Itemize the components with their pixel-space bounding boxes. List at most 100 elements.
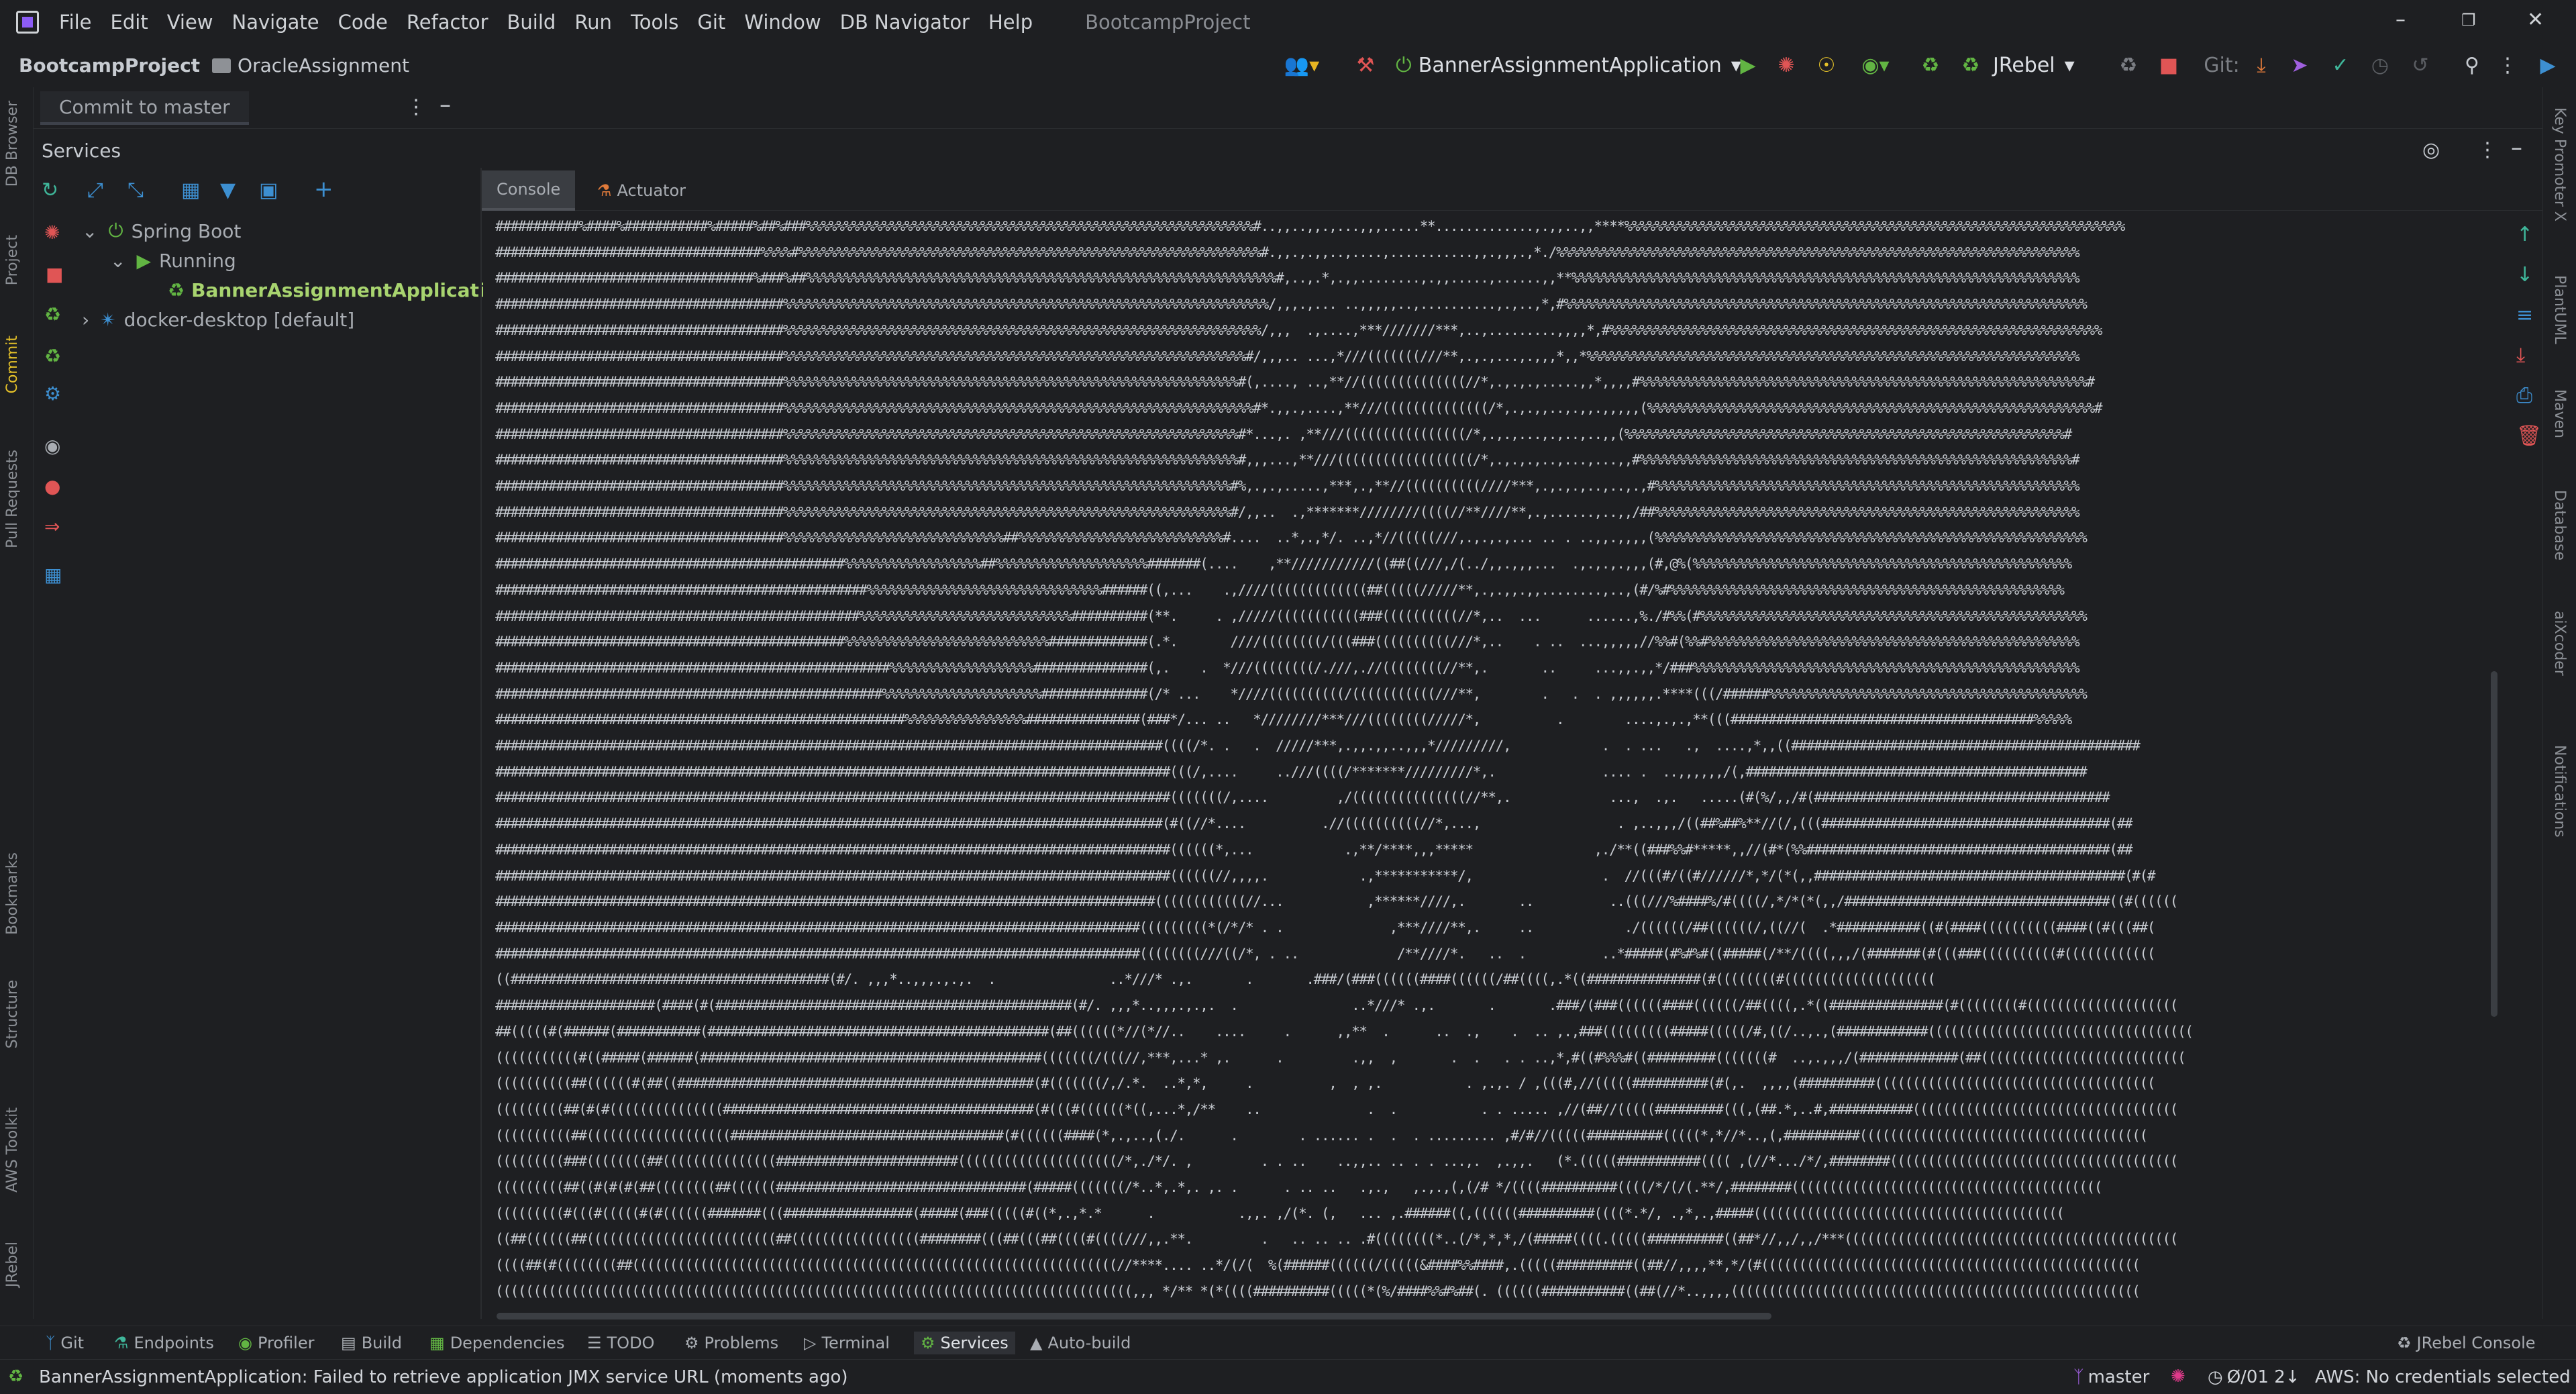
scroll-to-end-icon[interactable]: ⤓ — [2516, 344, 2525, 367]
minimize-icon[interactable]: – — [2395, 8, 2406, 32]
git-push-icon[interactable]: ➤ — [2285, 51, 2314, 79]
tree-node-banner-assignment-application[interactable]: ♻ BannerAssignmentApplication — [168, 277, 512, 303]
tool-tab-aws-toolkit[interactable]: AWS Toolkit — [4, 1107, 21, 1193]
hide-panel-icon[interactable]: – — [2511, 134, 2522, 161]
history-icon[interactable]: ◷ — [2365, 51, 2395, 79]
tool-tab-commit[interactable]: Commit — [4, 336, 21, 393]
close-icon[interactable]: ✕ — [2527, 8, 2544, 32]
console-output[interactable]: ###########%####%###########%#####%##%##… — [483, 211, 2375, 1320]
settings-target-icon[interactable]: ◎ — [2422, 138, 2440, 162]
commit-to-master-tab[interactable]: Commit to master — [40, 91, 249, 125]
filter-icon[interactable]: ▼ — [220, 179, 236, 202]
restore-icon[interactable]: ❐ — [2461, 11, 2476, 30]
tool-dependencies[interactable]: ▦ Dependencies — [429, 1332, 565, 1354]
vertical-scrollbar[interactable] — [2491, 671, 2497, 1017]
tree-node-docker-desktop[interactable]: › ✴ docker-desktop [default] — [82, 306, 354, 333]
more-options-icon[interactable]: ⋮ — [2497, 51, 2518, 79]
tree-node-running[interactable]: ⌄ ▶ Running — [110, 247, 236, 274]
status-message[interactable]: BannerAssignmentApplication: Failed to r… — [39, 1367, 848, 1387]
git-branch-widget[interactable]: ᛉ master — [2073, 1367, 2149, 1387]
chevron-down-icon: ⌄ — [82, 219, 98, 242]
menu-code[interactable]: Code — [338, 11, 388, 34]
tool-tab-jrebel[interactable]: JRebel — [4, 1242, 21, 1287]
tool-build[interactable]: ▤ Build — [341, 1332, 402, 1354]
scroll-down-icon[interactable]: ↓ — [2516, 263, 2533, 287]
tool-terminal[interactable]: ▷ Terminal — [804, 1332, 890, 1354]
scroll-up-icon[interactable]: ↑ — [2516, 223, 2533, 246]
menu-edit[interactable]: Edit — [111, 11, 148, 34]
tree-node-spring-boot[interactable]: ⌄ ⏻ Spring Boot — [82, 217, 241, 244]
soft-wrap-icon[interactable]: ≡ — [2516, 303, 2533, 327]
run-configuration-select[interactable]: ⏻ BannerAssignmentApplication ▾ — [1396, 51, 1741, 79]
tool-endpoints[interactable]: ⚗ Endpoints — [114, 1332, 214, 1354]
group-by-icon[interactable]: ▦ — [181, 179, 200, 202]
git-commit-icon[interactable]: ✓ — [2326, 51, 2355, 79]
tool-tab-db-browser[interactable]: DB Browser — [4, 101, 21, 187]
run-icon[interactable]: ▶ — [1733, 51, 1763, 79]
new-tab-icon[interactable]: ▣ — [259, 179, 278, 202]
tool-tab-pull-requests[interactable]: Pull Requests — [4, 450, 21, 548]
menu-view[interactable]: View — [167, 11, 213, 34]
breadcrumb-project[interactable]: BootcampProject — [19, 54, 200, 77]
expand-all-icon[interactable]: ⤢ — [87, 179, 103, 202]
jrebel-debug-icon[interactable]: ♻ — [1956, 51, 1986, 79]
vcs-changes-label: Ø/01 2↓ — [2226, 1367, 2300, 1387]
tab-actuator[interactable]: ⚗ Actuator — [582, 170, 701, 211]
menu-tools[interactable]: Tools — [631, 11, 678, 34]
menu-git[interactable]: Git — [697, 11, 725, 34]
tool-jrebel-console[interactable]: ♻ JRebel Console — [2397, 1332, 2536, 1354]
collapse-all-icon[interactable]: ⤡ — [127, 179, 144, 202]
rollback-icon[interactable]: ↺ — [2406, 51, 2435, 79]
menu-window[interactable]: Window — [744, 11, 821, 34]
vcs-changes-widget[interactable]: ◷ Ø/01 2↓ — [2208, 1367, 2300, 1387]
more-options-icon[interactable]: ⋮ — [406, 95, 426, 119]
jrebel-status-icon[interactable]: ♻ — [8, 1366, 23, 1387]
add-service-icon[interactable]: + — [314, 176, 333, 203]
tool-git[interactable]: ᛉ Git — [46, 1332, 84, 1354]
tool-problems[interactable]: ⚙ Problems — [684, 1332, 778, 1354]
tool-auto-build[interactable]: ▲ Auto-build — [1030, 1332, 1131, 1354]
menu-help[interactable]: Help — [988, 11, 1033, 34]
hide-panel-icon[interactable]: – — [440, 91, 451, 118]
bug-icon[interactable]: ✺ — [2171, 1366, 2185, 1387]
tool-tab-aixcoder[interactable]: aiXcoder — [2551, 611, 2568, 676]
tool-tab-plantuml[interactable]: PlantUML — [2551, 275, 2568, 344]
build-hammer-icon[interactable]: ⚒ — [1349, 51, 1382, 79]
tool-tab-notifications[interactable]: Notifications — [2551, 745, 2568, 838]
menu-db-navigator[interactable]: DB Navigator — [840, 11, 970, 34]
print-icon[interactable]: ⎙ — [2516, 384, 2532, 407]
profiler-icon[interactable]: ◉▾ — [1852, 51, 1899, 79]
jrebel-select[interactable]: JRebel ▾ — [1993, 51, 2100, 79]
tool-tab-key-promoter[interactable]: Key Promoter X — [2551, 107, 2568, 221]
tool-tab-database[interactable]: Database — [2551, 490, 2568, 560]
menu-build[interactable]: Build — [507, 11, 556, 34]
jrebel-update-icon[interactable]: ♻ — [2114, 51, 2143, 79]
refresh-icon[interactable]: ↻ — [42, 179, 58, 202]
user-icon[interactable]: 👥▾ — [1278, 51, 1325, 79]
breadcrumb-folder[interactable]: OracleAssignment — [238, 54, 409, 77]
tool-profiler[interactable]: ◉ Profiler — [238, 1332, 314, 1354]
search-icon[interactable]: ⚲ — [2457, 51, 2487, 79]
horizontal-scrollbar[interactable] — [497, 1313, 1771, 1320]
git-update-icon[interactable]: ⤓ — [2247, 51, 2276, 79]
menu-refactor[interactable]: Refactor — [407, 11, 488, 34]
tool-todo[interactable]: ☰ TODO — [587, 1332, 654, 1354]
tool-tab-project[interactable]: Project — [4, 235, 21, 285]
run-with-coverage-icon[interactable]: ☉ — [1812, 51, 1841, 79]
more-options-icon[interactable]: ⋮ — [2477, 138, 2497, 162]
aws-credentials-widget[interactable]: AWS: No credentials selected — [2315, 1367, 2571, 1387]
menu-run[interactable]: Run — [574, 11, 612, 34]
stop-icon[interactable]: ■ — [2154, 51, 2183, 79]
tool-tab-maven[interactable]: Maven — [2551, 389, 2568, 438]
tool-tab-structure[interactable]: Structure — [4, 980, 21, 1048]
debug-icon[interactable]: ✺ — [1771, 51, 1801, 79]
panel-divider[interactable] — [480, 168, 482, 1319]
code-with-me-icon[interactable]: ▶ — [2533, 51, 2563, 79]
menu-file[interactable]: File — [59, 11, 92, 34]
jrebel-run-icon[interactable]: ♻ — [1916, 51, 1945, 79]
tab-console[interactable]: Console — [482, 170, 576, 211]
clear-all-icon[interactable]: 🗑 — [2516, 424, 2542, 448]
tool-tab-bookmarks[interactable]: Bookmarks — [4, 852, 21, 935]
tool-services[interactable]: ⚙ Services — [914, 1332, 1015, 1354]
menu-navigate[interactable]: Navigate — [232, 11, 319, 34]
